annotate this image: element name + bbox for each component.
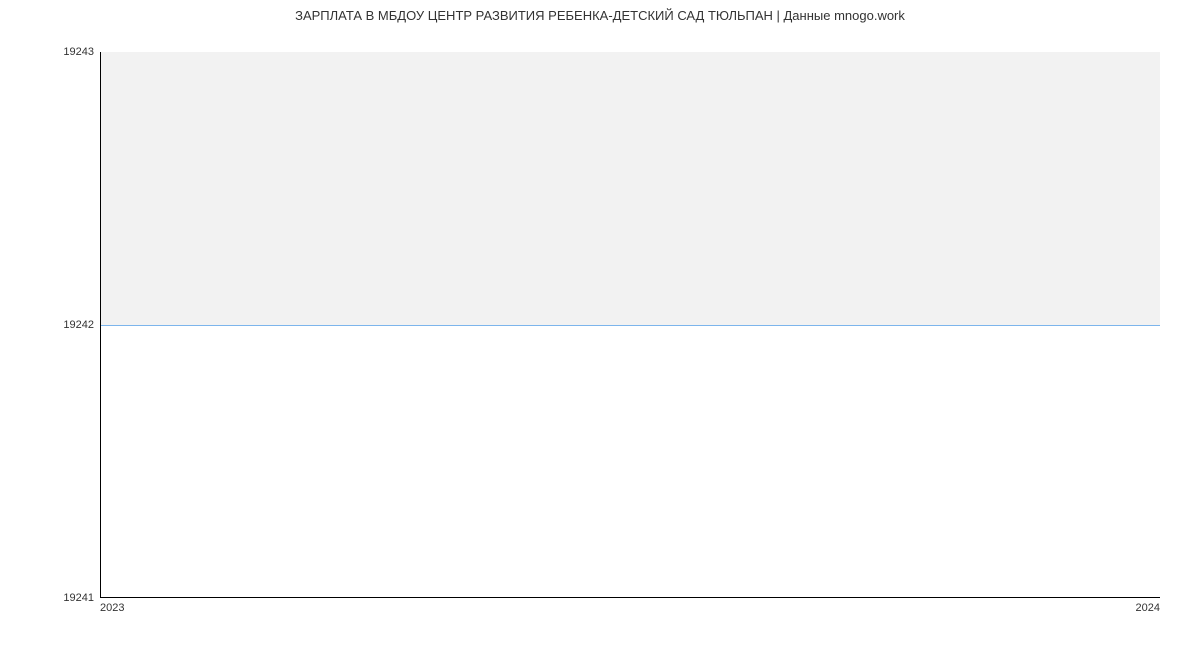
x-tick-label: 2023	[100, 602, 124, 614]
plot-area	[100, 52, 1160, 598]
y-tick-label: 19243	[14, 46, 94, 58]
y-tick-label: 19242	[14, 319, 94, 331]
x-tick-label: 2024	[1136, 602, 1160, 614]
series-fill	[101, 52, 1160, 325]
series-line	[101, 325, 1160, 326]
y-tick-label: 19241	[14, 592, 94, 604]
chart-title: ЗАРПЛАТА В МБДОУ ЦЕНТР РАЗВИТИЯ РЕБЕНКА-…	[0, 8, 1200, 23]
salary-chart: ЗАРПЛАТА В МБДОУ ЦЕНТР РАЗВИТИЯ РЕБЕНКА-…	[0, 0, 1200, 650]
